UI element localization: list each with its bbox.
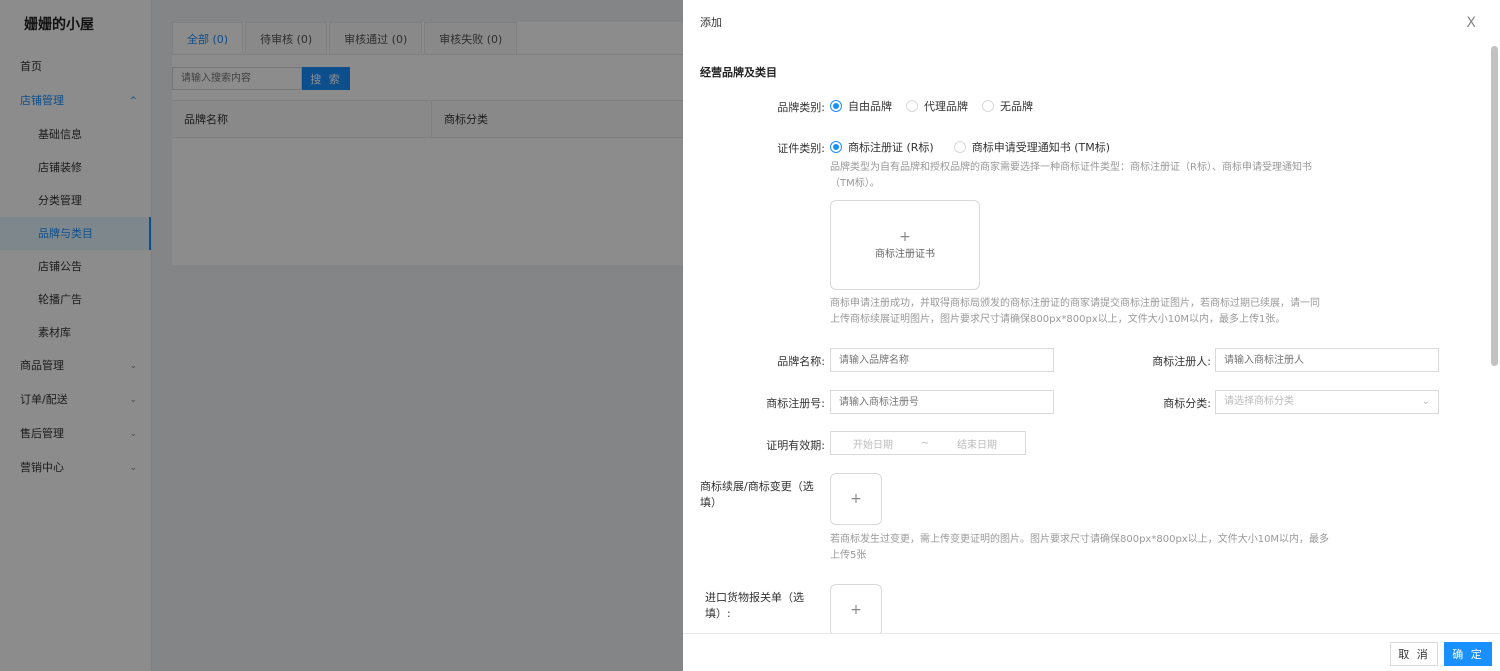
confirm-button[interactable]: 确 定	[1444, 642, 1492, 666]
brand-name-input[interactable]	[830, 348, 1054, 372]
drawer-header: 添加 X	[683, 0, 1500, 46]
upload-import-declaration[interactable]: +	[830, 584, 882, 633]
reg-no-label: 商标注册号:	[766, 397, 825, 410]
drawer-body: 经营品牌及类目 品牌类别: 自由品牌 代理品牌 无品牌 证件类别: 商标注册证 …	[683, 46, 1488, 633]
plus-icon: +	[850, 602, 862, 618]
cert-type-hint: 品牌类型为自有品牌和授权品牌的商家需要选择一种商标证件类型：商标注册证（R标）、…	[830, 162, 1312, 189]
add-brand-drawer: 添加 X 经营品牌及类目 品牌类别: 自由品牌 代理品牌 无品牌 证件类别: 商…	[683, 0, 1500, 671]
registrant-input[interactable]	[1215, 348, 1439, 372]
close-icon[interactable]: X	[1466, 0, 1476, 46]
upload-cert-label: 商标注册证书	[875, 249, 935, 260]
cert-type-radio-group: 商标注册证 (R标) 商标申请受理通知书 (TM标)	[830, 139, 1124, 155]
section-title: 经营品牌及类目	[700, 66, 777, 79]
validity-label: 证明有效期:	[766, 439, 825, 452]
radio-agent-brand[interactable]: 代理品牌	[906, 98, 968, 114]
upload-registration-cert[interactable]: + 商标注册证书	[830, 200, 980, 290]
radio-no-brand[interactable]: 无品牌	[982, 98, 1033, 114]
validity-date-range[interactable]: 开始日期 ~ 结束日期	[830, 431, 1026, 455]
end-date[interactable]: 结束日期	[935, 436, 1019, 451]
radio-own-brand[interactable]: 自由品牌	[830, 98, 892, 114]
radio-application-notice[interactable]: 商标申请受理通知书 (TM标)	[953, 139, 1110, 155]
import-declaration-label: 进口货物报关单（选填）:	[705, 591, 804, 620]
upload-renewal[interactable]: +	[830, 473, 882, 525]
brand-name-label: 品牌名称:	[777, 355, 825, 368]
category-select[interactable]: 请选择商标分类 ⌄	[1215, 390, 1439, 414]
start-date[interactable]: 开始日期	[831, 436, 915, 451]
plus-icon: +	[899, 229, 911, 245]
drawer-footer: 取 消 确 定	[683, 633, 1500, 671]
chevron-down-icon: ⌄	[1421, 396, 1430, 407]
cancel-button[interactable]: 取 消	[1390, 642, 1438, 666]
cert-type-label: 证件类别:	[777, 142, 825, 155]
drawer-title: 添加	[700, 16, 722, 29]
date-separator: ~	[920, 437, 930, 449]
registrant-label: 商标注册人:	[1152, 355, 1211, 368]
radio-registration-cert[interactable]: 商标注册证 (R标)	[830, 139, 934, 155]
renewal-label: 商标续展/商标变更（选填）	[700, 480, 814, 509]
plus-icon: +	[850, 491, 862, 507]
renewal-hint: 若商标发生过变更，需上传变更证明的图片。图片要求尺寸请确保800px*800px…	[830, 534, 1330, 561]
brand-type-label: 品牌类别:	[777, 101, 825, 114]
reg-no-input[interactable]	[830, 390, 1054, 414]
drawer-scrollbar[interactable]	[1491, 46, 1498, 366]
upload-cert-hint: 商标申请注册成功，并取得商标局颁发的商标注册证的商家请提交商标注册证图片，若商标…	[830, 298, 1320, 325]
brand-type-radio-group: 自由品牌 代理品牌 无品牌	[830, 98, 1047, 114]
category-label: 商标分类:	[1163, 397, 1211, 410]
